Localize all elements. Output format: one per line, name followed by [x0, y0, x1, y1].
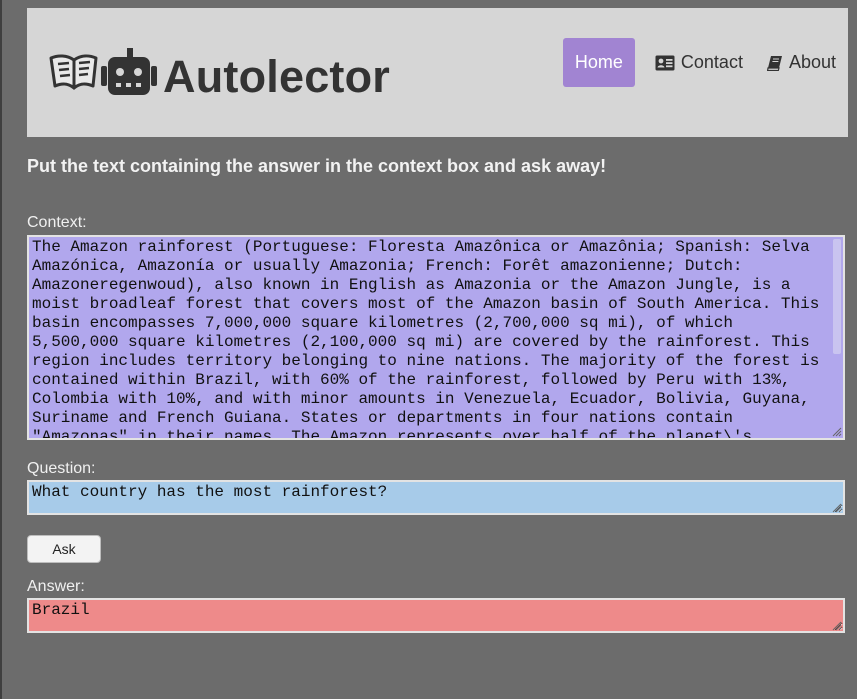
nav-about-label: About [788, 52, 836, 72]
instructions-heading: Put the text containing the answer in th… [27, 156, 607, 176]
site-header: Autolector Home Contact About [27, 8, 848, 137]
question-label: Question: [27, 460, 96, 477]
book-icon [766, 55, 783, 71]
page-edge [0, 0, 2, 699]
robot-icon [101, 48, 157, 96]
open-book-icon [49, 52, 99, 92]
nav-home[interactable]: Home [562, 38, 635, 87]
context-scrollbar-thumb[interactable] [833, 239, 841, 354]
main-nav: Home Contact About [562, 38, 848, 87]
context-scrollbar[interactable] [831, 237, 843, 438]
nav-contact[interactable]: Contact [643, 38, 755, 87]
resize-grip-icon[interactable] [832, 621, 842, 631]
answer-textarea[interactable]: Brazil [27, 598, 845, 633]
nav-about[interactable]: About [755, 38, 848, 87]
context-textarea[interactable]: The Amazon rainforest (Portuguese: Flore… [27, 235, 845, 440]
question-textarea[interactable]: What country has the most rainforest? [27, 480, 845, 515]
resize-grip-icon[interactable] [832, 427, 842, 437]
brand-title: Autolector [163, 51, 390, 102]
logo [49, 48, 157, 96]
resize-grip-icon[interactable] [832, 503, 842, 513]
nav-home-label: Home [574, 52, 623, 72]
ask-button[interactable]: Ask [27, 535, 101, 563]
nav-contact-label: Contact [680, 52, 743, 72]
address-card-icon [655, 55, 675, 71]
context-label: Context: [27, 214, 87, 231]
answer-label: Answer: [27, 578, 85, 595]
